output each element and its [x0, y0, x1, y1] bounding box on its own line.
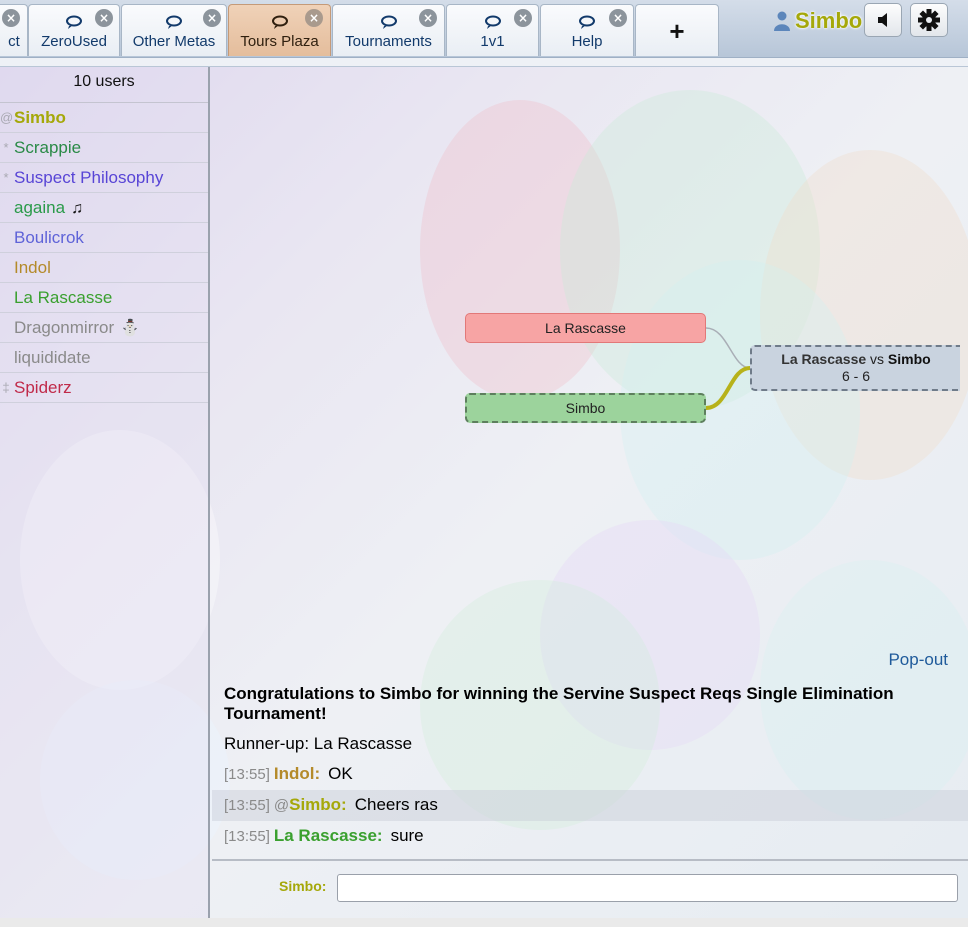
- tab-ct[interactable]: × ct: [0, 4, 28, 56]
- user-list-item[interactable]: @ Simbo: [0, 103, 208, 133]
- chat-message: [13:55] Indol: OK: [212, 759, 968, 790]
- chat-username[interactable]: Simbo:: [289, 795, 347, 814]
- chat-rank-prefix: @: [273, 797, 290, 814]
- bottom-strip: [0, 918, 968, 927]
- close-icon[interactable]: ×: [419, 9, 437, 27]
- chat-divider: [212, 859, 968, 861]
- chat-bubble-icon: [166, 15, 182, 29]
- user-list-item[interactable]: * Scrappie: [0, 133, 208, 163]
- tab-label: 1v1: [480, 33, 505, 50]
- tab-label: ct: [8, 33, 20, 50]
- user-list-item[interactable]: La Rascasse: [0, 283, 208, 313]
- user-name: Spiderz: [14, 378, 72, 397]
- user-rows: @ Simbo * Scrappie * Suspect Philosophy againa…: [0, 103, 208, 403]
- background-art: [420, 100, 620, 400]
- tab-other-metas[interactable]: × Other Metas: [121, 4, 227, 56]
- chat-message-text: OK: [328, 764, 353, 783]
- gear-icon: [918, 9, 940, 31]
- tab-tours-plaza[interactable]: × Tours Plaza: [228, 4, 331, 56]
- user-rank-symbol: ‡: [2, 380, 10, 395]
- user-name: Simbo: [14, 108, 66, 127]
- header-divider: [0, 57, 968, 67]
- chat-message-text: Cheers ras: [354, 795, 438, 814]
- match-vs: vs: [870, 351, 885, 367]
- user-name: Scrappie: [14, 138, 82, 157]
- user-list: 10 users @ Simbo * Scrappie * Suspect Philoso…: [0, 67, 210, 927]
- tab-label: Tournaments: [345, 33, 432, 50]
- user-rank-symbol: *: [3, 140, 9, 155]
- user-list-item[interactable]: liquididate: [0, 343, 208, 373]
- chat-message: [13:55] @Simbo: Cheers ras: [212, 790, 968, 821]
- tab-help[interactable]: × Help: [540, 4, 634, 56]
- close-icon[interactable]: ×: [95, 9, 113, 27]
- user-name: Boulicrok: [14, 228, 84, 247]
- chat-timestamp: [13:55]: [224, 828, 270, 845]
- match-player1: La Rascasse: [781, 351, 867, 367]
- bracket-line-p2: [705, 366, 751, 410]
- user-list-item[interactable]: againa ♫: [0, 193, 208, 223]
- user-list-item[interactable]: Indol: [0, 253, 208, 283]
- user-name: againa: [14, 198, 66, 217]
- bracket-match: La Rascasse vs Simbo 6 - 6: [750, 345, 960, 391]
- tab-label: ZeroUsed: [41, 33, 107, 50]
- user-list-item[interactable]: Boulicrok: [0, 223, 208, 253]
- user-rank-symbol: @: [0, 110, 14, 125]
- chat-messages: [13:55] Indol: OK [13:55] @Simbo: Cheers ras[…: [212, 759, 968, 852]
- tab-1v1[interactable]: × 1v1: [446, 4, 539, 56]
- bracket-line-p1: [705, 327, 751, 369]
- close-icon[interactable]: ×: [203, 9, 221, 27]
- user-list-item[interactable]: Dragonmirror ⛄: [0, 313, 208, 343]
- sound-icon: [878, 13, 887, 27]
- chat-bubble-icon: [66, 15, 82, 29]
- chat-bubble-icon: [484, 15, 501, 29]
- chat-username[interactable]: La Rascasse:: [274, 826, 383, 845]
- plus-icon: +: [669, 16, 685, 46]
- user-count: 10 users: [0, 67, 208, 103]
- popout-link[interactable]: Pop-out: [888, 650, 948, 670]
- background-art: [760, 150, 968, 480]
- tournament-announcement: Congratulations to Simbo for winning the…: [224, 684, 894, 723]
- close-icon[interactable]: ×: [514, 9, 532, 27]
- current-user-name[interactable]: Simbo: [795, 8, 862, 34]
- chat-message-text: sure: [390, 826, 424, 845]
- bracket-player-simbo: Simbo: [465, 393, 706, 423]
- chat-timestamp: [13:55]: [224, 766, 270, 783]
- user-rank-symbol: *: [3, 170, 9, 185]
- tab-label: Other Metas: [132, 33, 216, 50]
- bracket-player-la-rascasse: La Rascasse: [465, 313, 706, 343]
- tab-label: Tours Plaza: [240, 33, 319, 50]
- snowman-icon: ⛄: [120, 320, 141, 337]
- chat-username[interactable]: Indol:: [274, 764, 320, 783]
- close-icon[interactable]: ×: [2, 9, 20, 27]
- chat-message: [13:55] La Rascasse: sure: [212, 821, 968, 852]
- user-list-item[interactable]: * Suspect Philosophy: [0, 163, 208, 193]
- user-name: Indol: [14, 258, 51, 277]
- user-icon: [774, 11, 790, 31]
- match-score: 6 - 6: [841, 368, 870, 384]
- chat-log: Congratulations to Simbo for winning the…: [212, 684, 968, 852]
- user-name: La Rascasse: [14, 288, 113, 307]
- user-name: Dragonmirror: [14, 318, 115, 337]
- chat-bubble-icon: [380, 15, 397, 29]
- chat-timestamp: [13:55]: [224, 797, 270, 814]
- sound-button[interactable]: [864, 3, 902, 37]
- tab-label: Help: [571, 33, 603, 50]
- user-name: liquididate: [14, 348, 91, 367]
- runner-up-message: Runner-up: La Rascasse: [224, 734, 413, 753]
- add-tab-button[interactable]: +: [635, 4, 719, 56]
- chat-bubble-icon: [579, 15, 595, 29]
- music-note-icon: ♫: [71, 200, 84, 217]
- user-name: Suspect Philosophy: [14, 168, 164, 187]
- chat-input-label: Simbo:: [279, 878, 327, 894]
- chat-bubble-icon: [271, 15, 288, 29]
- user-list-item[interactable]: ‡ Spiderz: [0, 373, 208, 403]
- tab-tournaments[interactable]: × Tournaments: [332, 4, 445, 56]
- close-icon[interactable]: ×: [305, 9, 323, 27]
- match-player2: Simbo: [887, 351, 931, 367]
- settings-button[interactable]: [910, 3, 948, 37]
- chat-input[interactable]: [337, 874, 958, 902]
- close-icon[interactable]: ×: [609, 9, 627, 27]
- tab-zeroused[interactable]: × ZeroUsed: [28, 4, 120, 56]
